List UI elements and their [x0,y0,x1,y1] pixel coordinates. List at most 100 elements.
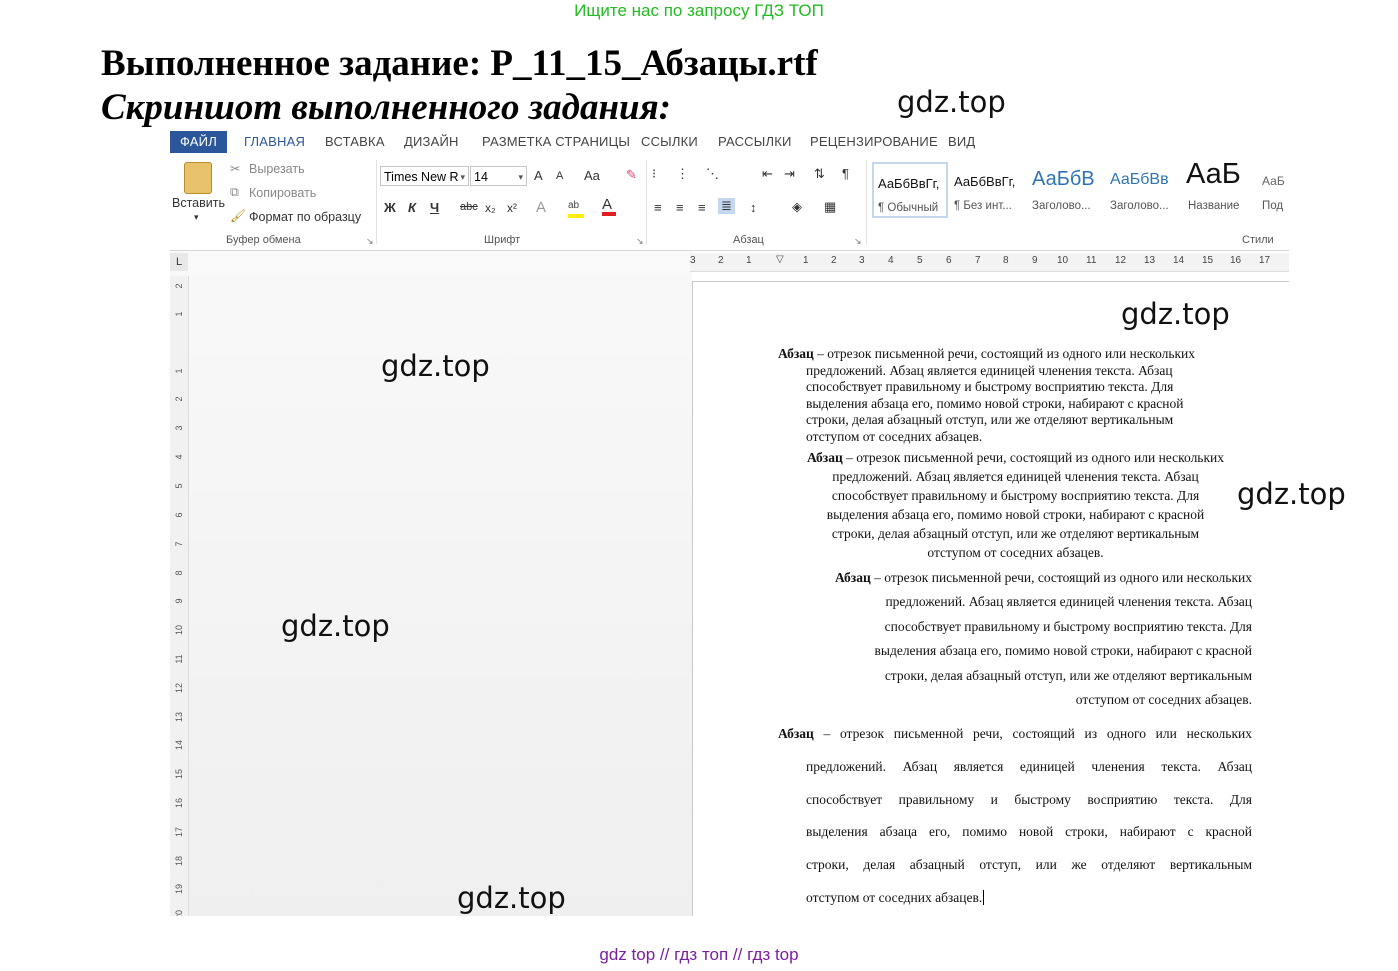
tab-references[interactable]: ССЫЛКИ [633,131,706,153]
shrink-font-button[interactable]: A [556,170,563,182]
ruler-tick: 16 [174,798,184,809]
ruler-tick: 1 [746,255,752,266]
ruler-tick: 14 [1173,255,1185,266]
ruler-tick: 3 [690,255,696,266]
font-name-combo[interactable]: Times New R ▾ [380,166,469,186]
ruler-tick: 12 [174,683,184,694]
strikethrough-button[interactable]: abc [460,201,478,213]
chevron-down-icon[interactable]: ▾ [194,212,199,223]
ruler-tick: 9 [174,598,184,604]
tab-review[interactable]: РЕЦЕНЗИРОВАНИЕ [802,131,946,153]
style-normal[interactable]: АаБбВвГг, ¶ Обычный [872,162,948,218]
numbering-icon[interactable]: ⋮ [676,166,689,182]
style-sample: АаБ [1262,174,1285,188]
align-left-icon[interactable]: ≡ [654,200,662,215]
style-heading-1[interactable]: АаБбВ Заголово... [1028,162,1104,218]
tab-insert[interactable]: ВСТАВКА [317,131,393,153]
copy-icon[interactable]: ⧉ [230,185,239,200]
line-spacing-icon[interactable]: ↕ [750,200,757,215]
style-heading-2[interactable]: АаБбВв Заголово... [1106,162,1182,218]
italic-button[interactable]: К [408,200,416,215]
pilcrow-icon[interactable]: ¶ [842,166,849,181]
justify-icon[interactable]: ≣ [718,198,735,214]
line-rest: – отрезок письменной речи, состоящий из … [842,450,1225,465]
style-subtitle[interactable]: АаБ Под [1258,162,1289,218]
font-name-value: Times New R [384,170,459,184]
borders-icon[interactable]: ▦ [824,199,836,215]
subscript-button[interactable]: x₂ [485,201,496,215]
term-bold: Абзац [834,570,871,585]
style-name: Заголово... [1110,200,1169,212]
superscript-button[interactable]: x² [507,201,517,215]
tab-file[interactable]: ФАЙЛ [170,131,227,153]
paste-button[interactable]: Вставить [172,196,225,210]
highlight-icon[interactable]: ab [568,200,584,218]
document-page[interactable]: Абзац – отрезок письменной речи, состоящ… [692,281,1289,916]
tab-view[interactable]: ВИД [940,131,983,153]
increase-indent-icon[interactable]: ⇥ [784,166,795,182]
text-effects-icon[interactable]: A [536,199,546,216]
tab-page-layout[interactable]: РАЗМЕТКА СТРАНИЦЫ [474,131,638,153]
brush-icon[interactable]: 🖌 [230,209,246,224]
paragraph-line: Абзац – отрезок письменной речи, состоящ… [778,718,1252,751]
underline-button[interactable]: Ч [430,200,439,215]
tab-design[interactable]: ДИЗАЙН [396,131,467,153]
paragraph-line: отступом от соседних абзацев. [1075,692,1252,708]
ruler-tick: 3 [174,425,184,431]
ruler-tick: 14 [174,740,184,751]
style-sample: АаБбВв [1110,171,1169,188]
font-color-icon[interactable]: A [602,197,616,216]
ruler-tick: 5 [917,255,923,266]
bullets-icon[interactable]: ⁝ [652,166,656,182]
grow-font-button[interactable]: A [534,168,543,183]
dialog-launcher-icon[interactable]: ↘ [636,236,644,247]
ruler-tick: 18 [174,856,184,867]
watermark: gdz.top [1237,477,1346,511]
align-center-icon[interactable]: ≡ [676,200,684,215]
paragraph-1: Абзац – отрезок письменной речи, состоящ… [778,346,1238,445]
tab-mailings[interactable]: РАССЫЛКИ [710,131,800,153]
watermark: gdz.top [1121,297,1230,331]
tab-home[interactable]: ГЛАВНАЯ [236,131,313,153]
paragraph-line: строки, делая абзацный отступ, или же от… [831,526,1200,541]
multilevel-list-icon[interactable]: ⋱ [706,166,719,182]
paragraph-line: Абзац – отрезок письменной речи, состоящ… [793,448,1238,467]
dialog-launcher-icon[interactable]: ↘ [366,236,374,247]
text-cursor [983,889,985,905]
style-sample: АаБбВвГг, [954,174,1016,189]
style-no-spacing[interactable]: АаБбВвГг, ¶ Без инт... [950,162,1026,218]
ruler-tick: 10 [1057,255,1069,266]
style-title[interactable]: АаБ Название [1184,158,1260,218]
ruler-tick: 2 [174,283,184,289]
page-subtitle: Скриншот выполненного задания: [101,87,671,128]
sort-icon[interactable]: ⇅ [814,166,825,182]
paragraph-line: выделения абзаца его, помимо новой строк… [806,395,1184,411]
align-right-icon[interactable]: ≡ [698,200,706,215]
decrease-indent-icon[interactable]: ⇤ [762,166,773,182]
ruler-tick: 20 [174,910,184,916]
cut-button[interactable]: Вырезать [249,162,305,176]
style-name: Название [1188,200,1240,212]
copy-button[interactable]: Копировать [249,186,316,200]
change-case-button[interactable]: Aa [584,168,600,183]
ruler-tick: 11 [1086,255,1097,266]
paragraph-2: Абзац – отрезок письменной речи, состоящ… [793,448,1238,562]
cut-icon[interactable]: ✂ [230,161,240,176]
paragraph-line: выделения абзаца его, помимо новой строк… [826,507,1205,522]
paragraph-line: отступом от соседних абзацев. [806,428,983,444]
clear-formatting-icon[interactable]: ✎ [626,167,637,183]
indent-marker-icon[interactable]: ▽ [776,254,784,265]
format-painter-button[interactable]: Формат по образцу [249,210,361,224]
paragraph-line: выделения абзаца его, помимо новой строк… [806,824,1252,840]
watermark: gdz.top [457,881,566,915]
style-name: Под [1262,200,1284,212]
paste-icon[interactable] [184,162,212,194]
footer-links[interactable]: gdz top // гдз топ // гдз top [0,945,1398,965]
dialog-launcher-icon[interactable]: ↘ [854,236,862,247]
tab-selector[interactable]: L [170,253,188,271]
shading-icon[interactable]: ◈ [792,199,802,215]
ribbon-tabs: ФАЙЛ ГЛАВНАЯ ВСТАВКА ДИЗАЙН РАЗМЕТКА СТР… [170,128,1289,154]
bold-button[interactable]: Ж [384,200,396,215]
font-size-combo[interactable]: 14 ▾ [470,166,527,186]
ruler-tick: 1 [174,311,184,317]
